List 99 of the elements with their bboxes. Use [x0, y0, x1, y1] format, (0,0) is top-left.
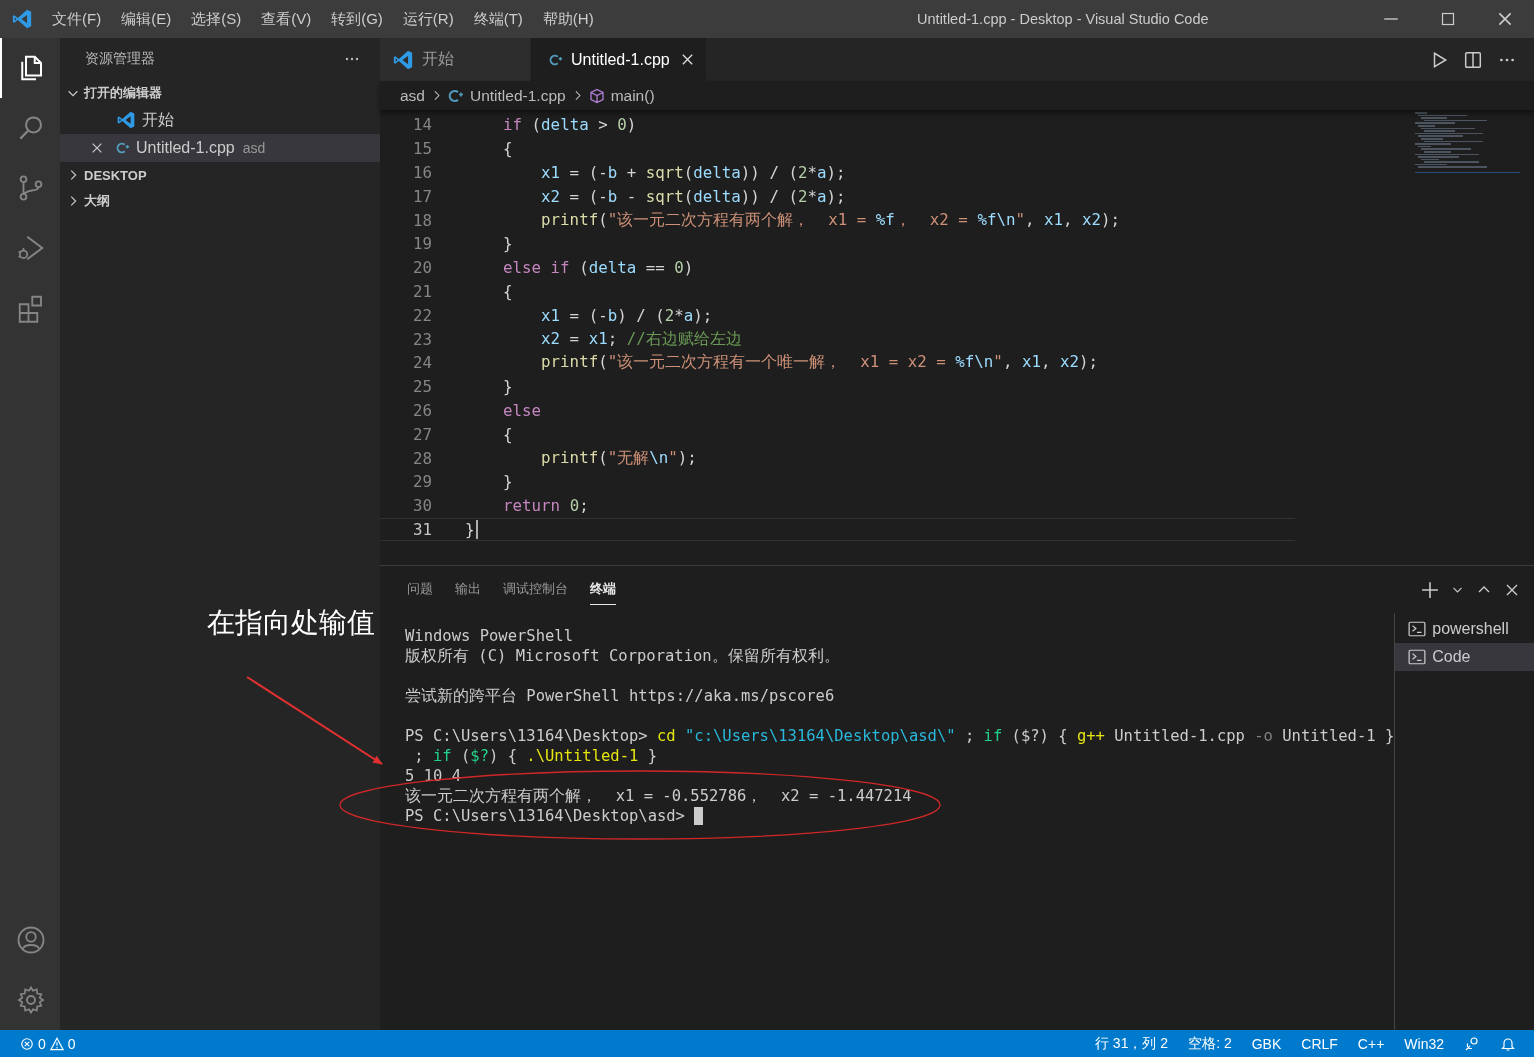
line-number: 29 — [411, 472, 433, 492]
terminal-line: Windows PowerShell — [405, 627, 573, 645]
line-number: 25 — [411, 377, 433, 397]
panel-tab[interactable]: 调试控制台 — [503, 574, 568, 605]
menu-item[interactable]: 查看(V) — [261, 9, 312, 29]
panel-tab[interactable]: 输出 — [455, 574, 481, 605]
terminal-list-item[interactable]: powershell — [1395, 615, 1534, 643]
code-line: if (delta > 0) — [502, 115, 637, 135]
cpp-file-icon — [448, 87, 464, 104]
problems-indicator[interactable]: 0 0 — [20, 1035, 76, 1052]
status-item[interactable]: 空格: 2 — [1188, 1034, 1232, 1053]
code-line: } — [502, 234, 513, 254]
file-item[interactable]: 开始 — [60, 106, 380, 134]
code-line: } — [465, 519, 475, 539]
line-number: 27 — [411, 424, 433, 444]
breadcrumb-item[interactable]: Untitled-1.cpp — [448, 86, 566, 105]
feedback-icon[interactable] — [1464, 1035, 1480, 1052]
file-item[interactable]: Untitled-1.cpp asd — [60, 134, 380, 162]
line-number: 21 — [411, 281, 433, 301]
menu-item[interactable]: 选择(S) — [191, 9, 242, 29]
run-debug-icon[interactable] — [16, 233, 46, 263]
window-title: Untitled-1.cpp - Desktop - Visual Studio Code — [916, 11, 1210, 27]
panel-tab[interactable]: 问题 — [407, 574, 433, 605]
error-icon — [20, 1036, 34, 1051]
line-number: 15 — [411, 139, 433, 159]
code-line: else — [502, 400, 542, 420]
line-number: 17 — [411, 186, 433, 206]
bell-icon[interactable] — [1500, 1035, 1516, 1052]
sidebar-title: 资源管理器 — [85, 50, 155, 68]
cpp-file-icon — [116, 141, 130, 155]
close-icon[interactable] — [90, 141, 104, 155]
line-number: 28 — [411, 448, 433, 468]
terminal-line: 版权所有 (C) Microsoft Corporation。保留所有权利。 — [405, 645, 840, 667]
cpp-file-icon — [549, 52, 563, 67]
vscode-logo-icon — [11, 8, 33, 30]
vscode-logo-icon — [116, 110, 136, 130]
terminal-line: PS C:\Users\13164\Desktop\asd> — [405, 807, 686, 825]
terminal-icon — [1408, 620, 1427, 638]
menu-item[interactable]: 文件(F) — [52, 9, 102, 29]
line-number: 20 — [411, 258, 433, 278]
status-item[interactable]: C++ — [1357, 1035, 1385, 1052]
line-number: 30 — [411, 496, 433, 516]
line-number: 31 — [411, 519, 433, 539]
terminal-icon — [1408, 648, 1427, 666]
code-line: { — [502, 139, 513, 159]
code-line: x1 = (-b + sqrt(delta)) / (2*a); — [540, 163, 846, 182]
breadcrumb-item[interactable]: asd — [400, 86, 425, 105]
panel-tab[interactable]: 终端 — [590, 574, 616, 605]
menu-item[interactable]: 转到(G) — [331, 9, 383, 29]
section-header[interactable]: 大纲 — [60, 188, 380, 214]
account-icon[interactable] — [16, 925, 46, 955]
line-number: 22 — [411, 305, 433, 325]
editor-tab[interactable]: Untitled-1.cpp — [531, 38, 706, 81]
status-item[interactable]: 行 31，列 2 — [1095, 1034, 1169, 1053]
menu-item[interactable]: 运行(R) — [402, 9, 454, 29]
code-line: printf("该一元二次方程有两个解， x1 = %f， x2 = %f\n", x1, x2); — [540, 209, 1121, 231]
breadcrumb-item[interactable]: main() — [588, 86, 655, 105]
code-line: { — [502, 281, 513, 301]
split-editor-icon[interactable] — [1464, 50, 1482, 69]
menu-item[interactable]: 编辑(E) — [121, 9, 172, 29]
code-line: } — [502, 472, 513, 492]
section-header[interactable]: DESKTOP — [60, 162, 380, 188]
line-number: 14 — [411, 115, 433, 135]
status-item[interactable]: GBK — [1251, 1035, 1282, 1052]
cube-icon — [588, 87, 605, 104]
terminal-line: 尝试新的跨平台 PowerShell https://aka.ms/pscore6 — [405, 685, 835, 707]
line-number: 19 — [411, 234, 433, 254]
section-header[interactable]: 打开的编辑器 — [60, 80, 380, 106]
code-line: x2 = (-b - sqrt(delta)) / (2*a); — [540, 186, 846, 206]
code-line: { — [502, 424, 513, 444]
menu-item[interactable]: 终端(T) — [473, 9, 523, 29]
annotation-text: 在指向处输值 — [207, 606, 375, 640]
code-line: else if (delta == 0) — [502, 258, 694, 278]
status-item[interactable]: Win32 — [1404, 1035, 1444, 1052]
line-number: 26 — [411, 400, 433, 420]
text-cursor — [475, 519, 478, 539]
terminal-line: PS C:\Users\13164\Desktop> cd "c:\Users\13164\Desktop\asd\" ; if ($?) { g++ Untitled-1.cpp -o Untitled-1 } — [405, 727, 1395, 745]
line-number: 23 — [411, 329, 433, 349]
line-number: 16 — [411, 163, 433, 182]
line-number: 18 — [411, 210, 433, 230]
close-icon[interactable] — [1496, 10, 1514, 28]
menu-item[interactable]: 帮助(H) — [542, 9, 594, 29]
code-line: x1 = (-b) / (2*a); — [540, 305, 713, 325]
code-line: printf("该一元二次方程有一个唯一解， x1 = x2 = %f\n", x1, x2); — [540, 352, 1099, 374]
editor-tab[interactable]: 开始 — [380, 38, 530, 81]
terminal-line: ; if ($?) { .\Untitled-1 } — [413, 747, 657, 765]
code-line: printf("无解\n"); — [540, 447, 697, 469]
warning-icon — [49, 1036, 64, 1051]
maximize-icon[interactable] — [1440, 11, 1456, 27]
vscode-logo-icon — [392, 48, 414, 71]
terminal-line: 该一元二次方程有两个解， x1 = -0.552786， x2 = -1.447214 — [405, 785, 912, 807]
code-line: x2 = x1; //右边赋给左边 — [540, 328, 742, 350]
code-line: return 0; — [502, 496, 589, 516]
settings-icon[interactable] — [16, 985, 46, 1015]
plus-icon[interactable] — [1421, 580, 1439, 599]
line-number: 24 — [411, 353, 433, 373]
status-item[interactable]: CRLF — [1301, 1035, 1338, 1052]
code-line: } — [502, 377, 513, 397]
terminal-list-item[interactable]: Code — [1395, 643, 1534, 671]
